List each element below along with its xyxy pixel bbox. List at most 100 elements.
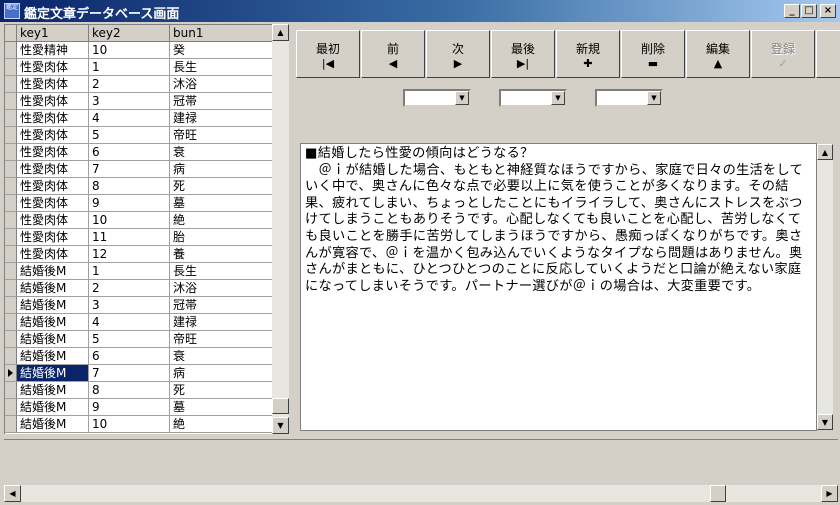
row-indicator[interactable] <box>5 178 17 195</box>
table-row[interactable]: 結婚後M 5 帝旺 <box>5 331 272 348</box>
grid-vertical-scrollbar[interactable]: ▲ ▼ <box>272 24 289 434</box>
row-indicator[interactable] <box>5 42 17 59</box>
table-cell-key1[interactable]: 性愛精神 <box>17 42 89 59</box>
table-row[interactable]: 性愛肉体 8 死 <box>5 178 272 195</box>
last-button[interactable]: 最後 ▶| <box>491 30 555 78</box>
dropdown-arrow-icon[interactable]: ▼ <box>455 91 469 105</box>
row-indicator[interactable] <box>5 195 17 212</box>
table-cell-key1[interactable]: 性愛肉体 <box>17 229 89 246</box>
table-cell-key1[interactable]: 性愛肉体 <box>17 127 89 144</box>
table-cell-bun1[interactable]: 墓 <box>170 195 272 212</box>
table-cell-bun1[interactable]: 絶 <box>170 416 272 433</box>
table-row[interactable]: 結婚後M 9 墓 <box>5 399 272 416</box>
table-cell-key1[interactable]: 結婚後M <box>17 416 89 433</box>
row-indicator[interactable] <box>5 365 17 382</box>
table-cell-key2[interactable]: 6 <box>89 348 170 365</box>
table-cell-bun1[interactable]: 冠帯 <box>170 297 272 314</box>
table-row[interactable]: 性愛肉体 5 帝旺 <box>5 127 272 144</box>
delete-button[interactable]: 削除 ▬ <box>621 30 685 78</box>
scroll-right-arrow-icon[interactable]: ▶ <box>821 485 838 502</box>
table-row[interactable]: 性愛肉体 3 冠帯 <box>5 93 272 110</box>
column-header-key1[interactable]: key1 <box>17 25 89 42</box>
row-indicator[interactable] <box>5 314 17 331</box>
row-indicator[interactable] <box>5 416 17 433</box>
table-row[interactable]: 結婚後M 6 衰 <box>5 348 272 365</box>
scroll-thumb[interactable] <box>710 485 726 502</box>
table-row[interactable]: 結婚後M 4 建禄 <box>5 314 272 331</box>
table-cell-bun1[interactable]: 胎 <box>170 229 272 246</box>
table-row[interactable]: 性愛肉体 9 墓 <box>5 195 272 212</box>
table-cell-key1[interactable]: 性愛肉体 <box>17 144 89 161</box>
table-cell-bun1[interactable]: 癸 <box>170 42 272 59</box>
column-header-bun1[interactable]: bun1 <box>170 25 272 42</box>
table-row[interactable]: 性愛肉体 12 養 <box>5 246 272 263</box>
data-grid[interactable]: key1 key2 bun1 性愛精神 10 癸性愛肉体 1 長生 性愛肉体 2 沐浴 性愛肉体… <box>4 24 272 434</box>
table-cell-bun1[interactable]: 帝旺 <box>170 331 272 348</box>
table-cell-bun1[interactable]: 沐浴 <box>170 76 272 93</box>
table-cell-key1[interactable]: 結婚後M <box>17 297 89 314</box>
table-cell-bun1[interactable]: 冠帯 <box>170 93 272 110</box>
table-cell-key2[interactable]: 5 <box>89 331 170 348</box>
table-cell-key2[interactable]: 12 <box>89 246 170 263</box>
table-cell-key1[interactable]: 性愛肉体 <box>17 110 89 127</box>
table-cell-key2[interactable]: 1 <box>89 59 170 76</box>
minimize-button[interactable]: _ <box>784 4 800 18</box>
table-row[interactable]: 性愛精神 10 癸 <box>5 42 272 59</box>
table-cell-key1[interactable]: 性愛肉体 <box>17 161 89 178</box>
table-cell-key2[interactable]: 3 <box>89 93 170 110</box>
table-row[interactable]: 性愛肉体 2 沐浴 <box>5 76 272 93</box>
table-cell-key1[interactable]: 結婚後M <box>17 382 89 399</box>
table-cell-key2[interactable]: 9 <box>89 399 170 416</box>
row-indicator[interactable] <box>5 280 17 297</box>
table-row[interactable]: 結婚後M 10 絶 <box>5 416 272 433</box>
row-indicator[interactable] <box>5 59 17 76</box>
row-indicator[interactable] <box>5 382 17 399</box>
table-cell-key1[interactable]: 性愛肉体 <box>17 195 89 212</box>
row-indicator[interactable] <box>5 331 17 348</box>
table-cell-bun1[interactable]: 建禄 <box>170 314 272 331</box>
scroll-thumb[interactable] <box>272 398 289 414</box>
table-row[interactable]: 結婚後M 8 死 <box>5 382 272 399</box>
row-indicator[interactable] <box>5 348 17 365</box>
table-cell-bun1[interactable]: 病 <box>170 365 272 382</box>
cancel-button[interactable]: 取 <box>816 30 840 78</box>
row-indicator[interactable] <box>5 93 17 110</box>
table-cell-key2[interactable]: 4 <box>89 314 170 331</box>
filter-combo-1[interactable]: ▼ <box>403 89 471 107</box>
row-indicator[interactable] <box>5 263 17 280</box>
table-cell-key1[interactable]: 性愛肉体 <box>17 93 89 110</box>
row-indicator[interactable] <box>5 297 17 314</box>
row-indicator[interactable] <box>5 76 17 93</box>
table-cell-key2[interactable]: 5 <box>89 127 170 144</box>
table-cell-key1[interactable]: 結婚後M <box>17 280 89 297</box>
table-cell-key1[interactable]: 性愛肉体 <box>17 76 89 93</box>
table-cell-bun1[interactable]: 建禄 <box>170 110 272 127</box>
dropdown-arrow-icon[interactable]: ▼ <box>551 91 565 105</box>
filter-combo-2[interactable]: ▼ <box>499 89 567 107</box>
scroll-down-arrow-icon[interactable]: ▼ <box>817 414 833 430</box>
table-cell-bun1[interactable]: 死 <box>170 178 272 195</box>
table-row[interactable]: 性愛肉体 6 衰 <box>5 144 272 161</box>
row-indicator[interactable] <box>5 161 17 178</box>
memo-vertical-scrollbar[interactable]: ▲ ▼ <box>817 144 833 430</box>
table-row[interactable]: 結婚後M 2 沐浴 <box>5 280 272 297</box>
table-cell-bun1[interactable]: 沐浴 <box>170 280 272 297</box>
text-memo[interactable]: ■結婚したら性愛の傾向はどうなる？ ＠ｉが結婚した場合、もともと神経質なほうです… <box>300 143 817 431</box>
table-cell-key1[interactable]: 結婚後M <box>17 348 89 365</box>
table-cell-key1[interactable]: 性愛肉体 <box>17 246 89 263</box>
table-cell-key2[interactable]: 3 <box>89 297 170 314</box>
table-cell-bun1[interactable]: 帝旺 <box>170 127 272 144</box>
table-cell-key2[interactable]: 10 <box>89 42 170 59</box>
table-cell-key2[interactable]: 10 <box>89 416 170 433</box>
table-cell-key2[interactable]: 7 <box>89 365 170 382</box>
table-row[interactable]: 結婚後M 3 冠帯 <box>5 297 272 314</box>
next-button[interactable]: 次 ▶ <box>426 30 490 78</box>
table-cell-key2[interactable]: 10 <box>89 212 170 229</box>
new-button[interactable]: 新規 ✚ <box>556 30 620 78</box>
filter-combo-3[interactable]: ▼ <box>595 89 663 107</box>
scroll-down-arrow-icon[interactable]: ▼ <box>272 417 289 434</box>
table-cell-bun1[interactable]: 衰 <box>170 348 272 365</box>
row-indicator[interactable] <box>5 144 17 161</box>
table-cell-bun1[interactable]: 死 <box>170 382 272 399</box>
table-row[interactable]: 性愛肉体 4 建禄 <box>5 110 272 127</box>
